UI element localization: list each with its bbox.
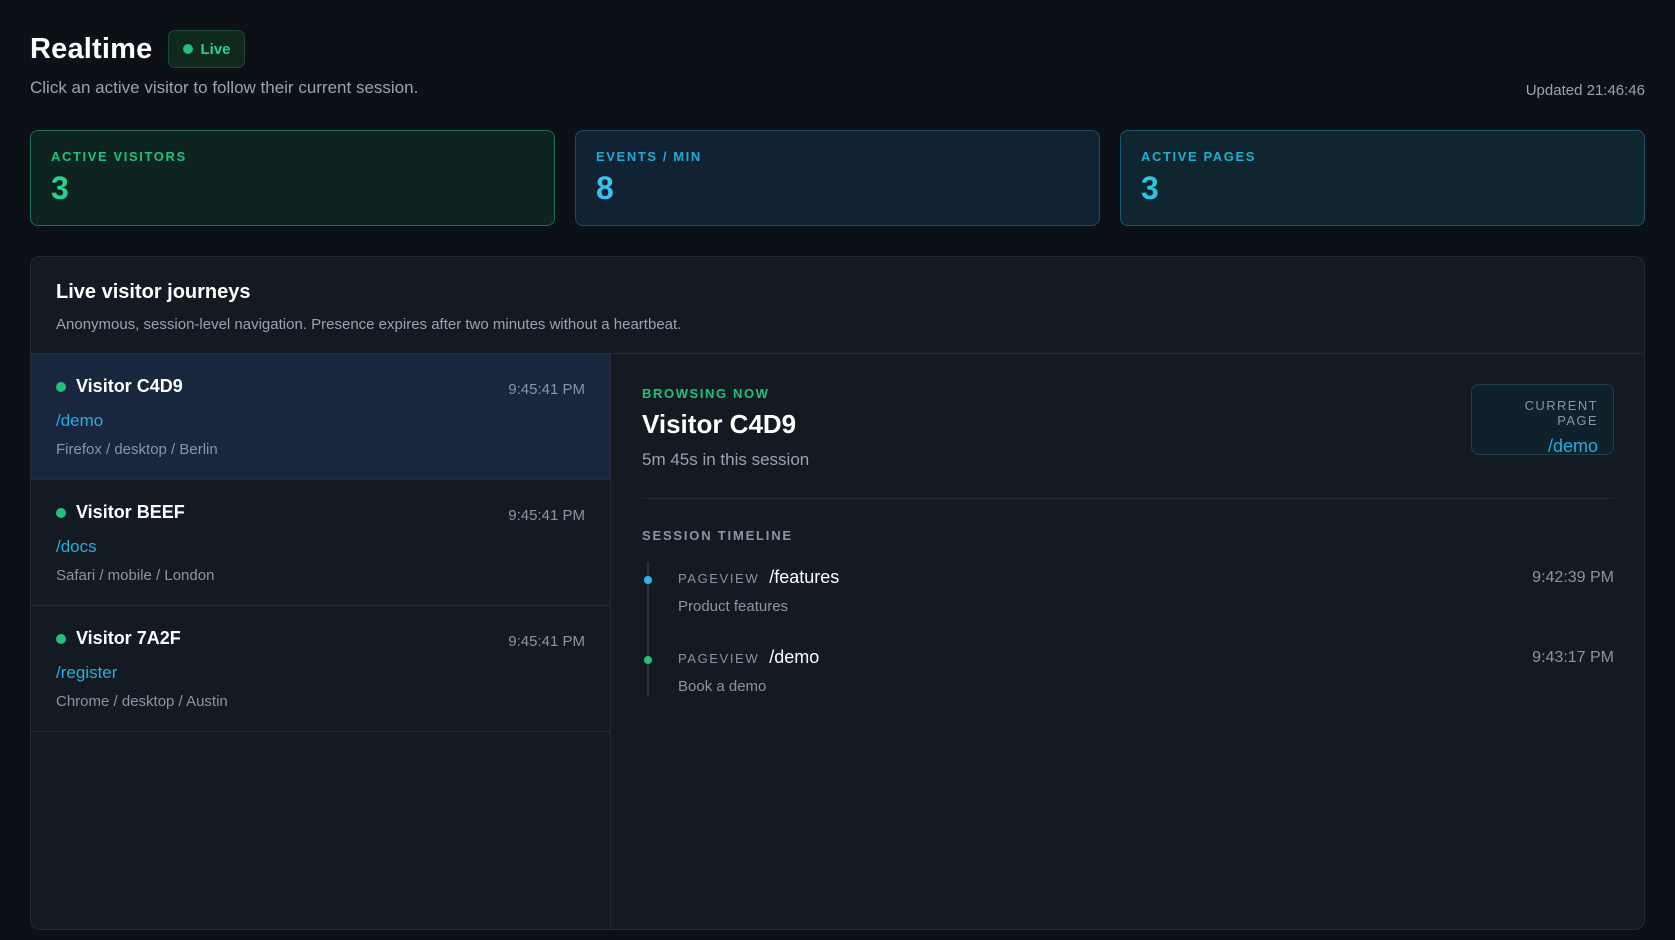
stat-card-events-per-min: EVENTS / MIN 8 (575, 130, 1100, 226)
live-badge-label: Live (200, 40, 231, 58)
visitor-name-row: Visitor C4D9 (56, 376, 585, 397)
title-row: Realtime Live (30, 30, 1645, 68)
stat-label: ACTIVE VISITORS (51, 149, 187, 164)
stat-cards: ACTIVE VISITORS 3 EVENTS / MIN 8 ACTIVE … (30, 130, 1645, 226)
current-page-value: /demo (1547, 436, 1598, 456)
journeys-panel: Live visitor journeys Anonymous, session… (30, 256, 1645, 930)
realtime-page: Realtime Live Click an active visitor to… (0, 0, 1675, 940)
online-dot-icon (56, 633, 66, 644)
event-type: PAGEVIEW (678, 571, 760, 586)
event-path: /demo (769, 647, 820, 667)
event-path: /features (769, 567, 840, 587)
page-title: Realtime (30, 32, 153, 65)
updated-timestamp: Updated 21:46:46 (1525, 82, 1645, 99)
stat-value: 8 (596, 170, 614, 206)
visitor-meta: Chrome / desktop / Austin (56, 693, 228, 710)
detail-visitor-name: Visitor C4D9 (642, 409, 797, 439)
visitor-name: Visitor C4D9 (76, 376, 183, 396)
session-timeline-label: SESSION TIMELINE (642, 528, 793, 543)
stat-card-active-pages: ACTIVE PAGES 3 (1120, 130, 1645, 226)
online-dot-icon (56, 381, 66, 392)
visitor-path: /register (56, 663, 118, 682)
panel-header: Live visitor journeys Anonymous, session… (31, 257, 1644, 354)
online-dot-icon (56, 507, 66, 518)
page-subtitle: Click an active visitor to follow their … (30, 78, 419, 97)
current-page-box: CURRENT PAGE /demo (1471, 384, 1614, 456)
stat-value: 3 (51, 170, 69, 206)
visitor-time: 9:45:41 PM (508, 381, 585, 398)
visitor-time: 9:45:41 PM (508, 507, 585, 524)
visitor-item[interactable]: Visitor 7A2F 9:45:41 PM /register Chrome… (31, 606, 610, 732)
divider (642, 498, 1614, 499)
current-page-label: CURRENT PAGE (1524, 398, 1598, 428)
visitor-item[interactable]: Visitor C4D9 9:45:41 PM /demo Firefox / … (31, 354, 610, 480)
stat-value: 3 (1141, 170, 1159, 206)
visitor-name-row: Visitor 7A2F (56, 628, 585, 649)
timeline-event-header: PAGEVIEW /demo (678, 642, 1614, 668)
live-badge: Live (167, 30, 245, 68)
timeline-event-header: PAGEVIEW /features (678, 562, 1614, 588)
timeline-event: PAGEVIEW /demo 9:43:17 PM Book a demo (642, 642, 1614, 722)
visitor-name-row: Visitor BEEF (56, 502, 585, 523)
visitor-time: 9:45:41 PM (508, 633, 585, 650)
browsing-now-label: BROWSING NOW (642, 386, 770, 401)
stat-label: EVENTS / MIN (596, 149, 702, 164)
timeline-dot-icon (644, 656, 652, 664)
timeline-event: PAGEVIEW /features 9:42:39 PM Product fe… (642, 562, 1614, 642)
event-type: PAGEVIEW (678, 651, 760, 666)
visitor-name: Visitor 7A2F (76, 628, 181, 648)
visitor-path: /docs (56, 537, 97, 556)
session-timeline: PAGEVIEW /features 9:42:39 PM Product fe… (642, 562, 1614, 722)
visitor-detail: BROWSING NOW Visitor C4D9 5m 45s in this… (611, 354, 1644, 929)
panel-description: Anonymous, session-level navigation. Pre… (56, 316, 682, 333)
panel-title: Live visitor journeys (56, 281, 251, 303)
panel-body: Visitor C4D9 9:45:41 PM /demo Firefox / … (31, 354, 1644, 929)
timeline-dot-icon (644, 576, 652, 584)
visitor-meta: Safari / mobile / London (56, 567, 215, 584)
visitor-list: Visitor C4D9 9:45:41 PM /demo Firefox / … (31, 354, 611, 929)
event-page-title: Book a demo (678, 678, 767, 695)
session-duration: 5m 45s in this session (642, 450, 810, 469)
event-page-title: Product features (678, 598, 789, 615)
visitor-item[interactable]: Visitor BEEF 9:45:41 PM /docs Safari / m… (31, 480, 610, 606)
visitor-path: /demo (56, 411, 104, 430)
visitor-meta: Firefox / desktop / Berlin (56, 441, 218, 458)
live-dot-icon (182, 44, 193, 54)
visitor-name: Visitor BEEF (76, 502, 185, 522)
page-header: Realtime Live Click an active visitor to… (30, 30, 1645, 100)
stat-card-active-visitors: ACTIVE VISITORS 3 (30, 130, 555, 226)
event-time: 9:42:39 PM (1532, 569, 1614, 586)
stat-label: ACTIVE PAGES (1141, 149, 1257, 164)
event-time: 9:43:17 PM (1532, 649, 1614, 666)
